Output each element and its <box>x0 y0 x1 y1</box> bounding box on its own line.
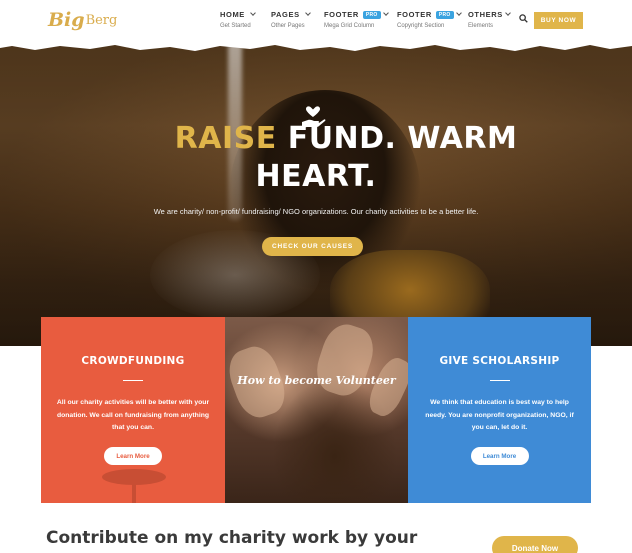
chevron-down-icon <box>382 10 389 16</box>
logo[interactable]: Big Berg <box>48 9 117 31</box>
nav-label: HOME <box>220 10 245 19</box>
contribute-heading: Contribute on my charity work by your <box>46 528 418 548</box>
nav-item-home[interactable]: HOME Get Started <box>220 10 256 29</box>
volunteer-title: How to become Volunteer <box>237 374 396 387</box>
crowdfunding-learn-more-button[interactable]: Learn More <box>104 447 162 465</box>
nav-item-footer-copyright[interactable]: FOOTER PRO Copyright Section <box>397 10 462 29</box>
scholarship-learn-more-button[interactable]: Learn More <box>470 447 529 465</box>
nav-item-footer-grid[interactable]: FOOTER PRO Mega Grid Column <box>324 10 389 29</box>
hero-title-highlight: RAISE <box>174 121 277 156</box>
nav-item-others[interactable]: OTHERS Elements <box>468 10 511 29</box>
chevron-down-icon <box>250 10 256 16</box>
pro-badge: PRO <box>362 10 381 19</box>
pro-badge: PRO <box>435 10 454 19</box>
crowdfunding-card: CROWDFUNDING All our charity activities … <box>41 317 225 503</box>
search-icon[interactable] <box>519 14 528 23</box>
nav-label: PAGES <box>271 10 300 19</box>
card-text: All our charity activities will be bette… <box>56 399 210 431</box>
chevron-down-icon <box>505 10 511 16</box>
chevron-down-icon <box>455 10 462 16</box>
nav-sublabel: Other Pages <box>271 23 305 29</box>
buy-now-button[interactable]: BUY NOW <box>534 12 583 29</box>
card-divider <box>489 380 510 381</box>
scholarship-card: GIVE SCHOLARSHIP We think that education… <box>408 317 591 503</box>
card-divider <box>123 380 143 381</box>
nav-item-pages[interactable]: PAGES Other Pages <box>271 10 311 29</box>
card-text: We think that education is best way to h… <box>425 399 574 431</box>
logo-word: Berg <box>85 12 118 28</box>
nav-sublabel: Copyright Section <box>397 23 445 29</box>
nav-label: OTHERS <box>468 10 503 19</box>
hero-title: RAISE FUND. WARM HEART. <box>0 120 632 196</box>
logo-mark: Big <box>48 9 85 31</box>
chevron-down-icon <box>304 10 311 16</box>
hero-subtitle: We are charity/ non-profit/ fundraising/… <box>153 207 479 216</box>
heart-hand-icon <box>302 106 326 128</box>
tree-silhouette <box>102 469 166 503</box>
nav-sublabel: Mega Grid Column <box>324 23 375 29</box>
card-title: GIVE SCHOLARSHIP <box>439 355 560 367</box>
volunteer-card[interactable]: How to become Volunteer <box>225 317 408 503</box>
card-title: CROWDFUNDING <box>81 355 185 367</box>
hero-title-line-2: HEART. <box>255 159 377 194</box>
donate-now-button[interactable]: Donate Now <box>492 536 578 553</box>
site-header: Big Berg HOME Get Started PAGES Other Pa… <box>0 0 632 44</box>
nav-label: FOOTER <box>397 10 432 19</box>
hero-section: RAISE FUND. WARM HEART. We are charity/ … <box>0 40 632 346</box>
nav-sublabel: Elements <box>468 23 494 29</box>
nav-label: FOOTER <box>324 10 359 19</box>
nav-sublabel: Get Started <box>220 23 251 29</box>
check-causes-button[interactable]: CHECK OUR CAUSES <box>262 237 363 256</box>
